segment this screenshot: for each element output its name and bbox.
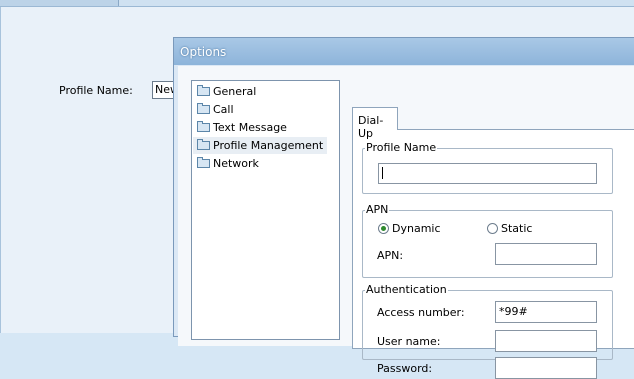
access-number-input[interactable]: *99# bbox=[495, 301, 597, 323]
folder-icon bbox=[197, 121, 210, 132]
tree-item-call[interactable]: Call bbox=[193, 101, 238, 118]
tree-item-network[interactable]: Network bbox=[193, 155, 263, 172]
dialog-title: Options bbox=[180, 45, 227, 59]
folder-icon bbox=[197, 157, 210, 168]
profile-name-label: Profile Name: bbox=[59, 84, 133, 97]
dialog-client-area: General Call Text Message Profile Manage… bbox=[178, 66, 634, 379]
static-radio-label: Static bbox=[501, 222, 533, 235]
options-tree: General Call Text Message Profile Manage… bbox=[191, 80, 340, 340]
text-caret bbox=[382, 167, 383, 179]
tree-item-text-message[interactable]: Text Message bbox=[193, 119, 291, 136]
authentication-group: Authentication Access number: *99# User … bbox=[362, 284, 613, 379]
apn-field-label: APN: bbox=[377, 249, 404, 262]
password-input[interactable] bbox=[495, 357, 597, 379]
dial-up-panel: Profile Name APN Dynamic Static APN: Aut… bbox=[352, 129, 634, 379]
tree-item-label: General bbox=[213, 85, 257, 98]
profile-name-group: Profile Name bbox=[362, 142, 613, 194]
radio-selected-icon bbox=[378, 223, 389, 234]
folder-open-icon bbox=[197, 139, 210, 150]
tab-dial-up[interactable]: Dial-Up bbox=[352, 107, 398, 140]
tree-item-label: Call bbox=[213, 103, 234, 116]
tree-item-profile-management[interactable]: Profile Management bbox=[193, 137, 328, 154]
password-label: Password: bbox=[377, 362, 433, 375]
user-name-input[interactable] bbox=[495, 330, 597, 352]
user-name-label: User name: bbox=[377, 335, 441, 348]
radio-unselected-icon bbox=[487, 223, 498, 234]
parent-window-tab bbox=[0, 0, 119, 6]
dialog-title-bar[interactable]: Options bbox=[174, 38, 634, 65]
apn-group: APN Dynamic Static APN: bbox=[362, 204, 613, 278]
parent-window-top-strip bbox=[0, 0, 634, 7]
apn-input[interactable] bbox=[495, 243, 597, 265]
profile-name-group-label: Profile Name bbox=[365, 141, 438, 154]
dynamic-radio-label: Dynamic bbox=[392, 222, 441, 235]
folder-icon bbox=[197, 103, 210, 114]
tree-item-label: Network bbox=[213, 157, 259, 170]
dynamic-radio[interactable]: Dynamic bbox=[378, 222, 441, 236]
authentication-group-label: Authentication bbox=[365, 283, 448, 296]
tree-item-label: Profile Management bbox=[213, 139, 324, 152]
access-number-label: Access number: bbox=[377, 306, 465, 319]
profile-name-input[interactable] bbox=[378, 163, 597, 184]
static-radio[interactable]: Static bbox=[487, 222, 532, 236]
tree-item-label: Text Message bbox=[213, 121, 287, 134]
options-dialog: Options General Call Text Message Profil… bbox=[173, 37, 634, 379]
apn-group-label: APN bbox=[365, 203, 390, 216]
folder-icon bbox=[197, 85, 210, 96]
tree-item-general[interactable]: General bbox=[193, 83, 260, 100]
